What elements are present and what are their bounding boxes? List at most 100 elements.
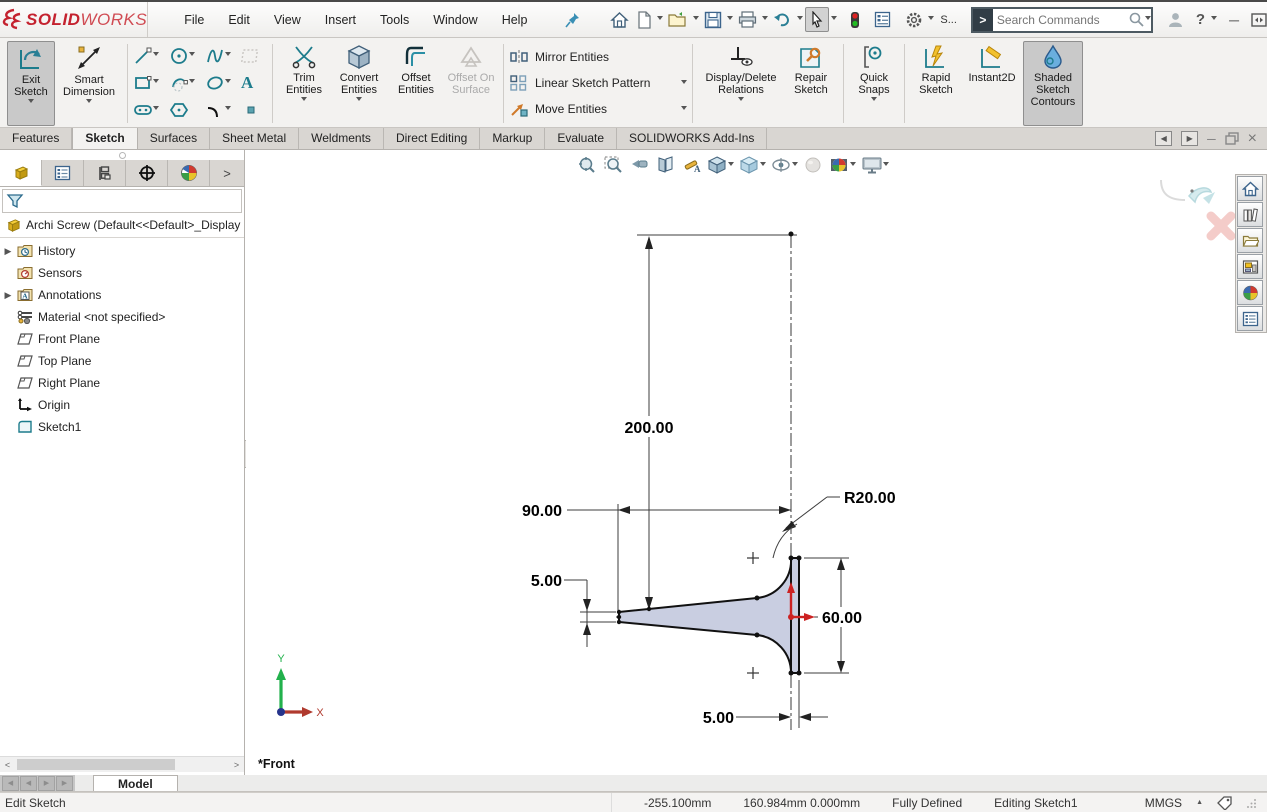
tab-addins[interactable]: SOLIDWORKS Add-Ins xyxy=(617,128,767,149)
spline-tool[interactable] xyxy=(205,46,241,66)
text-tool[interactable]: A xyxy=(241,73,267,93)
collapse-pane-left-icon[interactable]: ◀ xyxy=(1155,131,1172,146)
graphics-viewport[interactable]: A xyxy=(246,150,1267,775)
circle-dropdown[interactable] xyxy=(189,52,195,59)
rectangle-tool[interactable] xyxy=(133,73,169,93)
tab-configurationmanager[interactable] xyxy=(84,160,126,186)
sketch-origin[interactable] xyxy=(787,582,815,621)
doc-restore-button[interactable] xyxy=(1225,132,1239,145)
search-icon[interactable] xyxy=(1128,11,1145,28)
user-account-icon[interactable] xyxy=(1167,11,1184,28)
sketch-canvas[interactable]: 200.00 90.00 5.00 xyxy=(246,150,1267,775)
ellipse-tool[interactable] xyxy=(205,73,241,93)
menu-window[interactable]: Window xyxy=(423,9,487,31)
dim-shank-length-value[interactable]: 90.00 xyxy=(522,503,562,520)
tree-item-history[interactable]: ▶ History xyxy=(0,240,244,262)
pin-menu-icon[interactable] xyxy=(565,12,581,28)
polygon-tool[interactable] xyxy=(169,100,205,120)
save-button[interactable] xyxy=(701,8,725,32)
expander-icon[interactable]: ▶ xyxy=(0,290,16,301)
tab-weldments[interactable]: Weldments xyxy=(299,128,384,149)
settings-gear-button[interactable] xyxy=(902,8,926,32)
rectangle-dropdown[interactable] xyxy=(153,79,159,86)
span-displays-button[interactable] xyxy=(1251,13,1267,27)
tab-features[interactable]: Features xyxy=(0,128,72,149)
linear-pattern-dropdown[interactable] xyxy=(681,80,687,87)
convert-entities-dropdown[interactable] xyxy=(356,97,362,104)
undo-button[interactable] xyxy=(770,8,795,31)
scroll-right-icon[interactable]: > xyxy=(229,760,244,770)
panel-tabs-overflow[interactable]: > xyxy=(210,160,244,186)
ellipse-dropdown[interactable] xyxy=(225,79,231,86)
shaded-sketch-contours-button[interactable]: Shaded Sketch Contours xyxy=(1023,41,1083,126)
rapid-sketch-button[interactable]: Rapid Sketch xyxy=(911,41,961,126)
tree-item-front-plane[interactable]: Front Plane xyxy=(0,328,244,350)
nav-next-icon[interactable]: ▶ xyxy=(38,776,55,791)
doc-minimize-button[interactable]: ─ xyxy=(1207,132,1216,146)
menu-insert[interactable]: Insert xyxy=(315,9,366,31)
nav-last-icon[interactable]: ▶ xyxy=(56,776,73,791)
quick-snaps-dropdown[interactable] xyxy=(871,97,877,104)
model-tab[interactable]: Model xyxy=(93,775,178,791)
dim-fillet-radius-value[interactable]: R20.00 xyxy=(844,490,896,507)
dim-total-height-value[interactable]: 200.00 xyxy=(625,420,674,437)
convert-entities-button[interactable]: Convert Entities xyxy=(331,41,387,126)
rebuild-button[interactable] xyxy=(847,8,863,32)
tag-icon[interactable] xyxy=(1217,796,1233,810)
smart-dimension-dropdown[interactable] xyxy=(86,99,92,106)
tab-propertymanager[interactable] xyxy=(42,160,84,186)
search-dropdown[interactable] xyxy=(1145,16,1151,23)
linear-sketch-pattern-button[interactable]: Linear Sketch Pattern xyxy=(509,70,687,96)
tab-markup[interactable]: Markup xyxy=(480,128,545,149)
tree-item-annotations[interactable]: ▶ A Annotations xyxy=(0,284,244,306)
new-document-button[interactable] xyxy=(634,8,655,32)
doc-close-button[interactable]: × xyxy=(1248,130,1257,148)
dimension-head-thickness[interactable] xyxy=(736,680,828,728)
slot-tool[interactable] xyxy=(133,100,169,120)
display-relations-dropdown[interactable] xyxy=(738,97,744,104)
tab-sketch[interactable]: Sketch xyxy=(72,128,137,149)
scrollbar-thumb[interactable] xyxy=(17,759,175,770)
trim-entities-dropdown[interactable] xyxy=(301,97,307,104)
arc-tool[interactable] xyxy=(169,73,205,93)
repair-sketch-button[interactable]: Repair Sketch xyxy=(785,41,837,126)
spline-dropdown[interactable] xyxy=(225,52,231,59)
quick-snaps-button[interactable]: Quick Snaps xyxy=(850,41,898,126)
tree-root-row[interactable]: Archi Screw (Default<<Default>_Display xyxy=(0,215,244,235)
tree-item-top-plane[interactable]: Top Plane xyxy=(0,350,244,372)
settings-dropdown[interactable] xyxy=(928,16,934,23)
print-button[interactable] xyxy=(735,8,760,31)
instant2d-button[interactable]: Instant2D xyxy=(963,41,1021,126)
tab-direct-editing[interactable]: Direct Editing xyxy=(384,128,480,149)
offset-entities-button[interactable]: Offset Entities xyxy=(389,41,443,126)
help-dropdown[interactable] xyxy=(1211,16,1217,23)
move-entities-dropdown[interactable] xyxy=(681,106,687,113)
point-tool[interactable] xyxy=(241,100,267,120)
new-document-dropdown[interactable] xyxy=(657,16,663,23)
dim-head-height-value[interactable]: 60.00 xyxy=(822,610,862,627)
save-dropdown[interactable] xyxy=(727,16,733,23)
mirror-entities-button[interactable]: Mirror Entities xyxy=(509,44,687,70)
collapse-pane-right-icon[interactable]: ▶ xyxy=(1181,131,1198,146)
resize-grip[interactable] xyxy=(1247,798,1257,808)
sketch-plane-tool[interactable] xyxy=(241,46,267,66)
scroll-left-icon[interactable]: < xyxy=(0,760,15,770)
undo-dropdown[interactable] xyxy=(797,16,803,23)
tab-featuremanager[interactable] xyxy=(0,160,42,186)
tree-filter-input[interactable] xyxy=(25,190,241,212)
exit-sketch-button[interactable]: Exit Sketch xyxy=(7,41,55,126)
tree-item-origin[interactable]: Origin xyxy=(0,394,244,416)
dim-tip-thickness-value[interactable]: 5.00 xyxy=(531,573,562,590)
units-selector[interactable]: MMGS ▲ xyxy=(1145,796,1267,810)
minimize-button[interactable]: ─ xyxy=(1227,12,1241,28)
tab-evaluate[interactable]: Evaluate xyxy=(545,128,617,149)
tab-dimxpertmanager[interactable] xyxy=(126,160,168,186)
expander-icon[interactable]: ▶ xyxy=(0,246,16,257)
trim-entities-button[interactable]: Trim Entities xyxy=(279,41,329,126)
search-input[interactable] xyxy=(993,13,1128,27)
fillet-tool[interactable] xyxy=(205,100,241,120)
panel-drag-handle[interactable] xyxy=(0,150,244,160)
circle-tool[interactable] xyxy=(169,46,205,66)
tab-displaymanager[interactable] xyxy=(168,160,210,186)
select-tool-dropdown[interactable] xyxy=(831,16,837,23)
